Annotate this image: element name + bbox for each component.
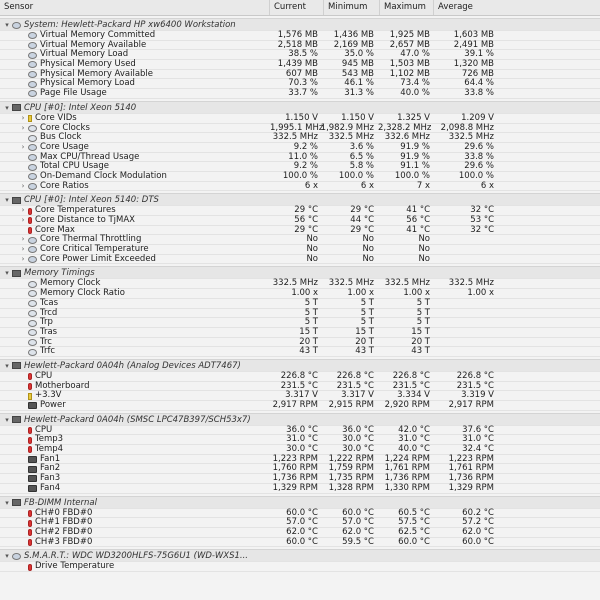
row-divider [0,263,600,265]
sensor-icon [28,182,37,190]
clock-icon [28,300,37,308]
sensor-icon [28,256,37,264]
temp-icon [28,446,32,454]
sensor-icon [28,144,37,152]
row-divider [0,409,600,411]
sensor-icon [28,32,37,40]
clock-icon [28,338,37,346]
clock-icon [28,319,37,327]
temp-icon [28,207,32,215]
clock-icon [28,329,37,337]
temp-icon [28,436,32,444]
sensor-icon [28,61,37,69]
temp-icon [28,217,32,225]
chip-icon [12,104,21,112]
temp-icon [28,563,32,571]
sensor-grid: Sensor Current Minimum Maximum Average ▾… [0,0,600,600]
sensor-icon [28,246,37,254]
temp-icon [28,538,32,546]
sensor-icon [28,51,37,59]
volt-icon [28,115,32,123]
sensor-icon [12,552,21,560]
volt-icon [28,392,32,400]
section-header[interactable]: ▾ Hewlett-Packard 0A04h (Analog Devices A… [0,358,600,372]
chip-icon [12,499,21,506]
col-current[interactable]: Current [270,0,324,15]
sensor-row[interactable]: Fan4 1,329 RPM 1,328 RPM 1,330 RPM 1,329 RPM [0,483,600,494]
sensor-row[interactable]: › Core Ratios 6 x6 x7 x6 x [0,181,600,192]
sensor-icon [28,42,37,50]
chip-icon [12,196,21,204]
col-sensor[interactable]: Sensor [0,0,270,15]
sensor-icon [28,71,37,79]
clock-icon [28,309,37,317]
temp-icon [28,382,32,390]
sensor-icon [12,21,21,29]
clock-icon [28,124,37,132]
clock-icon [28,290,37,298]
sensor-row[interactable]: Drive Temperature [0,562,600,572]
sensor-row[interactable]: On-Demand Clock Modulation 100.0 % 100.0 %… [0,171,600,182]
sensor-row[interactable]: Trfc 43 T 43 T 43 T [0,347,600,357]
sensor-row[interactable]: CH#3 FBD#0 60.0 °C 59.5 °C 60.0 °C 60.0 °C [0,537,600,548]
row-divider [0,492,600,494]
fan-icon [28,465,37,473]
row-divider [0,190,600,192]
sensor-row[interactable]: Trcd 5 T5 T5 T [0,308,600,319]
fan-icon [28,475,37,483]
chip-icon [12,269,21,277]
column-header-row: Sensor Current Minimum Maximum Average [0,0,600,16]
sensor-row[interactable]: Power 2,917 RPM 2,915 RPM 2,920 RPM 2,917 RP… [0,400,600,411]
temp-icon [28,227,32,235]
sensor-icon [28,236,37,244]
row-divider [0,355,600,357]
temp-icon [28,509,32,517]
sensor-rows: ▾ System: Hewlett-Packard HP xw6400 Works… [0,18,600,572]
temp-icon [28,373,32,381]
sensor-icon [28,90,37,98]
sensor-icon [28,163,37,171]
temp-icon [28,427,32,435]
section-header[interactable]: ▾ FB-DIMM Internal [0,495,600,509]
fan-icon [28,456,37,464]
clock-icon [28,134,37,142]
fan-icon [28,402,37,410]
sensor-icon [28,173,37,181]
row-divider [0,546,600,548]
section-header[interactable]: ▾ Hewlett-Packard 0A04h (SMSC LPC47B397/S… [0,412,600,426]
section-header[interactable]: ▾ CPU [#0]: Intel Xeon 5140 [0,100,600,114]
temp-icon [28,529,32,537]
col-average[interactable]: Average [434,0,500,15]
sensor-row[interactable]: Page File Usage 33.7 % 31.3 % 40.0 % 33.8 % [0,88,600,99]
sensor-icon [28,80,37,88]
clock-icon [28,348,37,356]
sensor-row[interactable]: Memory Clock Ratio 1.00 x 1.00 x 1.00 x 1.00… [0,288,600,299]
fan-icon [28,485,37,493]
chip-icon [12,362,21,370]
sensor-icon [28,153,37,161]
sensor-row[interactable]: Tcas 5 T5 T5 T [0,298,600,309]
row-divider [0,570,600,572]
chip-icon [12,416,21,424]
row-divider [0,97,600,99]
col-maximum[interactable]: Maximum [380,0,434,15]
clock-icon [28,280,37,288]
col-minimum[interactable]: Minimum [324,0,380,15]
temp-icon [28,519,32,527]
sensor-row[interactable]: › Core Power Limit Exceeded No No No [0,254,600,265]
